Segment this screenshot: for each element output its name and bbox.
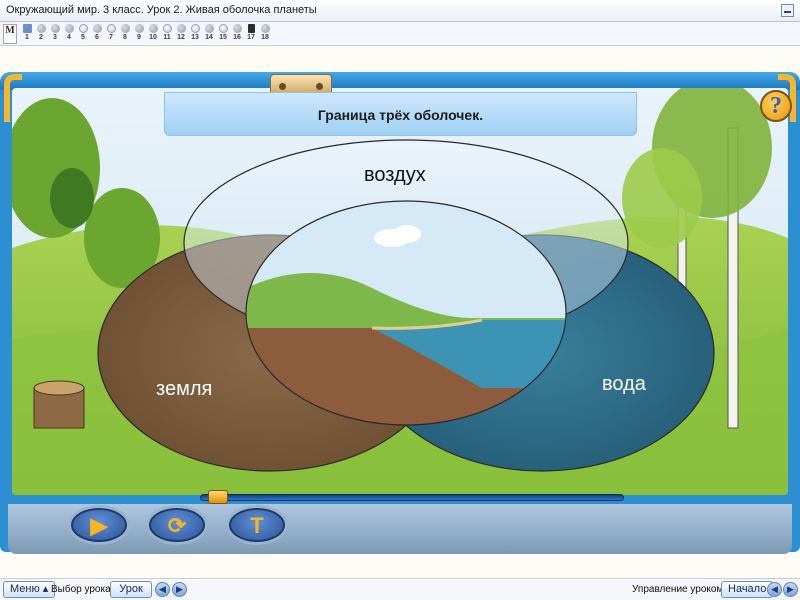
next-lesson-arrow[interactable]: ▶ (172, 582, 187, 597)
reload-button[interactable]: ⟳ (146, 505, 208, 545)
text-button[interactable]: T (226, 505, 288, 545)
slide-number: 12 (177, 34, 185, 41)
slide-number: 2 (39, 34, 43, 41)
slide-bw-icon (248, 24, 255, 33)
slide-button-16[interactable]: 16 (230, 23, 244, 45)
slide-dot-icon (65, 24, 74, 33)
minimize-button[interactable] (781, 4, 794, 17)
slide-number: 10 (149, 34, 157, 41)
lesson-control-label: Управление уроком: (632, 584, 727, 595)
slide-title-panel: Граница трёх оболочек. (164, 92, 637, 136)
slide-number: 3 (53, 34, 57, 41)
play-button[interactable]: ▶ (68, 505, 130, 545)
slide-dot-icon (149, 24, 158, 33)
slide-number: 17 (247, 34, 255, 41)
lesson-button[interactable]: Урок (110, 581, 152, 598)
slide-button-17[interactable]: 17 (244, 23, 258, 45)
reload-icon: ⟳ (167, 513, 187, 538)
slide-button-3[interactable]: 3 (48, 23, 62, 45)
slide-list: 1 2 3 4 5 6 7 8 9 10 11 12 13 14 15 16 17 18 (20, 23, 272, 45)
venn-diagram (97, 139, 715, 472)
air-label: воздух (364, 164, 426, 186)
slide-number: 6 (95, 34, 99, 41)
slide-video-icon (23, 24, 32, 33)
slide-nav-strip: М 1 2 3 4 5 6 7 8 9 10 11 12 13 14 15 16 17 18 (0, 22, 800, 46)
land-label: земля (156, 378, 213, 400)
window-title: Окружающий мир. 3 класс. Урок 2. Живая о… (6, 4, 317, 16)
slide-dot-icon (37, 24, 46, 33)
prev-lesson-arrow[interactable]: ◀ (155, 582, 170, 597)
slide-dot-icon (205, 24, 214, 33)
slide-title: Граница трёх оболочек. (317, 107, 484, 123)
slide-button-2[interactable]: 2 (34, 23, 48, 45)
slide-number: 15 (219, 34, 227, 41)
app-logo: М (3, 24, 17, 44)
next-slide-arrow[interactable]: ▶ (783, 582, 798, 597)
slide-number: 11 (163, 34, 171, 41)
slide-number: 1 (25, 34, 29, 41)
slide-dot-icon (261, 24, 270, 33)
slide-button-10[interactable]: 10 (146, 23, 160, 45)
water-label: вода (602, 373, 646, 395)
slide-dot-icon (93, 24, 102, 33)
lesson-scene: воздух земля вода (12, 88, 788, 495)
slide-number: 16 (233, 34, 241, 41)
slide-button-12[interactable]: 12 (174, 23, 188, 45)
slide-dot-icon (121, 24, 130, 33)
slide-button-5[interactable]: 5 (76, 23, 90, 45)
slide-number: 7 (109, 34, 113, 41)
help-button[interactable]: ? (760, 90, 792, 122)
play-icon: ▶ (90, 513, 108, 538)
slide-button-15[interactable]: 15 (216, 23, 230, 45)
frame-corner-left (4, 74, 22, 122)
slide-number: 14 (205, 34, 213, 41)
slide-button-7[interactable]: 7 (104, 23, 118, 45)
slide-test-icon (79, 24, 88, 33)
slide-dot-icon (177, 24, 186, 33)
slide-test-icon (163, 24, 172, 33)
status-bar: Меню ▴ Выбор урока: Урок ◀ ▶ Управление … (0, 578, 800, 600)
slide-button-4[interactable]: 4 (62, 23, 76, 45)
slide-button-6[interactable]: 6 (90, 23, 104, 45)
slide-button-8[interactable]: 8 (118, 23, 132, 45)
slide-button-14[interactable]: 14 (202, 23, 216, 45)
slide-test-icon (219, 24, 228, 33)
prev-slide-arrow[interactable]: ◀ (767, 582, 782, 597)
slide-button-1[interactable]: 1 (20, 23, 34, 45)
slide-dot-icon (51, 24, 60, 33)
slide-test-icon (107, 24, 116, 33)
slide-button-13[interactable]: 13 (188, 23, 202, 45)
slide-button-9[interactable]: 9 (132, 23, 146, 45)
lesson-choice-label: Выбор урока: (51, 584, 114, 595)
slide-dot-icon (135, 24, 144, 33)
slide-button-18[interactable]: 18 (258, 23, 272, 45)
slide-button-11[interactable]: 11 (160, 23, 174, 45)
window-title-bar: Окружающий мир. 3 класс. Урок 2. Живая о… (0, 0, 800, 22)
slide-number: 13 (191, 34, 199, 41)
slide-number: 5 (81, 34, 85, 41)
slide-dot-icon (233, 24, 242, 33)
menu-button[interactable]: Меню ▴ (3, 581, 56, 598)
slide-test-icon (191, 24, 200, 33)
slide-number: 9 (137, 34, 141, 41)
start-button[interactable]: Начало (721, 581, 774, 598)
slide-number: 8 (123, 34, 127, 41)
slide-number: 4 (67, 34, 71, 41)
text-icon: T (250, 513, 264, 538)
slide-number: 18 (261, 34, 269, 41)
progress-slider-track[interactable] (200, 494, 624, 501)
progress-slider-thumb[interactable] (208, 490, 229, 504)
